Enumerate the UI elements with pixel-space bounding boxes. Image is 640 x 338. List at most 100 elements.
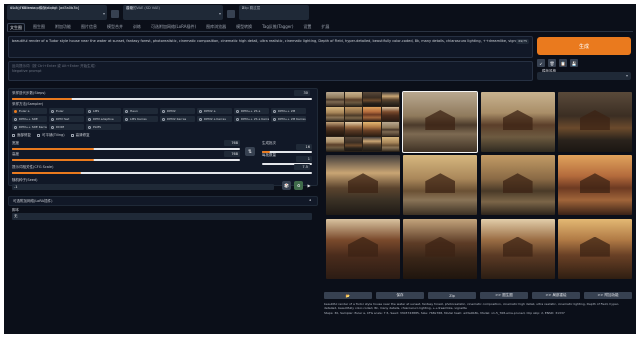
cfg-slider[interactable]	[12, 172, 312, 174]
radio-dot	[125, 109, 128, 113]
clip-skip-slider[interactable]: Clip 跳过层 2	[239, 5, 309, 20]
width-input[interactable]: 768	[224, 140, 240, 146]
restore-faces-checkbox[interactable]: 面部修复	[12, 133, 31, 138]
prompt-input[interactable]: beautiful render of a Tudor style house …	[8, 36, 533, 58]
chevron-down-icon: ▾	[102, 11, 105, 16]
house-silhouette	[579, 173, 610, 194]
hires-fix-checkbox[interactable]: 高清修复	[70, 133, 90, 138]
sampler-option[interactable]: DPM fast	[49, 116, 84, 122]
sampler-option[interactable]: DPM++ SDE Karras	[12, 124, 47, 130]
sampler-option-label: DDIM	[56, 125, 65, 129]
zip-button[interactable]: Zip	[428, 292, 476, 299]
negative-prompt-input[interactable]: 反向提示词（按 Ctrl+Enter 或 Alt+Enter 开始生成） Neg…	[8, 61, 533, 81]
sampler-option[interactable]: DDIM	[49, 124, 84, 130]
batch-size-input[interactable]: 1	[296, 156, 312, 162]
sampler-option-label: DPM2 Karras	[167, 117, 187, 121]
tab-lora[interactable]: 可选附加网络(LoRA插件)	[149, 23, 198, 31]
sampler-option[interactable]: LMS	[86, 108, 121, 114]
sampler-option[interactable]: DPM2	[160, 108, 195, 114]
gallery-thumbnail[interactable]	[480, 218, 555, 279]
clipboard-icon[interactable]: 📋	[559, 59, 567, 67]
prompt-tools: ↙ 🗑 📋 💾	[537, 59, 578, 67]
gallery-thumbnail[interactable]	[480, 155, 555, 216]
sampler-option[interactable]: DPM2 a Karras	[197, 116, 232, 122]
steps-input[interactable]: 30	[294, 90, 310, 96]
vae-label: 模型的VAE (SD VAE)	[126, 6, 160, 10]
gallery-thumbnail[interactable]	[326, 218, 400, 279]
swap-dimensions-button[interactable]: ⇅	[245, 147, 255, 156]
width-slider[interactable]	[12, 148, 240, 150]
house-silhouette	[425, 236, 456, 257]
gallery-thumbnail[interactable]	[557, 92, 632, 152]
info-prompt: beautiful render of a Tudor style house …	[324, 302, 619, 310]
gallery-thumbnail[interactable]	[557, 155, 632, 216]
send-to-inpaint-button[interactable]: >> 局部重绘	[532, 292, 580, 299]
vae-select[interactable]: 模型的VAE (SD VAE) 自动 ▾	[123, 5, 223, 20]
tab-png-info[interactable]: 图片信息	[79, 23, 99, 31]
tab-convert[interactable]: 模型转换	[234, 23, 254, 31]
sampler-option[interactable]: Euler	[49, 108, 84, 114]
sampler-option[interactable]: DPM2 a	[197, 108, 232, 114]
gallery-thumbnail[interactable]	[557, 218, 632, 279]
tab-extras[interactable]: 附加功能	[53, 23, 73, 31]
sampler-option-label: DPM++ SDE Karras	[19, 125, 47, 129]
tab-settings[interactable]: 设置	[301, 23, 313, 31]
seed-input[interactable]: -1	[12, 184, 274, 190]
dice-icon[interactable]: 🎲	[282, 181, 291, 190]
send-to-extras-button[interactable]: >> 附加功能	[584, 292, 632, 299]
tab-train[interactable]: 训练	[131, 23, 143, 31]
sampler-option[interactable]: DPM++ 2S a Karras	[234, 116, 269, 122]
gallery-thumbnail[interactable]	[326, 92, 400, 152]
script-select[interactable]: 无	[12, 213, 312, 220]
gallery-thumbnail[interactable]	[403, 155, 478, 216]
read-params-icon[interactable]: ↙	[537, 59, 545, 67]
model-label: Stable Diffusion 模型(ckpt)	[10, 6, 57, 10]
sampler-option[interactable]: DPM adaptive	[86, 116, 121, 122]
house-silhouette	[579, 110, 610, 130]
tab-merge[interactable]: 模型合并	[105, 23, 125, 31]
gallery-actions: 📂 保存 Zip >> 图生图 >> 局部重绘 >> 附加功能	[324, 292, 632, 299]
open-folder-icon[interactable]: 📂	[324, 292, 372, 299]
height-input[interactable]: 768	[224, 151, 240, 157]
sampler-option[interactable]: Euler a	[12, 108, 47, 114]
sampler-option[interactable]: DPM++ SDE	[12, 116, 47, 122]
sampler-option[interactable]: Heun	[123, 108, 158, 114]
style-select[interactable]: ▾	[537, 72, 631, 80]
gallery-thumbnail[interactable]	[326, 155, 400, 216]
send-to-img2img-button[interactable]: >> 图生图	[480, 292, 528, 299]
expand-seed-icon[interactable]: ▶	[306, 181, 312, 190]
save-button[interactable]: 保存	[376, 292, 424, 299]
sampler-option[interactable]: PLMS	[86, 124, 121, 130]
tab-img2img[interactable]: 图生图	[31, 23, 47, 31]
height-slider[interactable]	[12, 159, 240, 161]
house-silhouette	[348, 173, 378, 194]
refresh-button[interactable]	[227, 10, 235, 18]
grid-subimage	[381, 92, 399, 106]
tab-extensions[interactable]: 扩展	[319, 23, 331, 31]
tiling-checkbox[interactable]: 可平铺(Tiling)	[37, 133, 65, 138]
generate-button[interactable]: 生成	[537, 37, 631, 55]
sampler-option-label: DPM fast	[56, 117, 70, 121]
sampler-option[interactable]: DPM++ 2M Karras	[271, 116, 306, 122]
refresh-button[interactable]	[111, 10, 119, 18]
tab-gallery[interactable]: 图库浏览器	[204, 23, 228, 31]
save-style-icon[interactable]: 💾	[570, 59, 578, 67]
steps-slider[interactable]	[12, 98, 312, 100]
gallery-thumbnail[interactable]	[402, 91, 479, 153]
output-gallery	[324, 88, 632, 284]
tab-txt2img[interactable]: 文生图	[7, 23, 25, 31]
sampler-option-label: DPM adaptive	[93, 117, 114, 121]
tab-tagger[interactable]: Tag反推(Tagger)	[260, 23, 295, 31]
sampler-option[interactable]: DPM++ 2S a	[234, 108, 269, 114]
sampler-option[interactable]: DPM++ 2M	[271, 108, 306, 114]
batch-count-input[interactable]: 16	[296, 144, 312, 150]
recycle-icon[interactable]: ♻	[294, 181, 303, 190]
sampler-option[interactable]: LMS Karras	[123, 116, 158, 122]
gallery-thumbnail[interactable]	[480, 92, 555, 152]
trash-icon[interactable]: 🗑	[548, 59, 556, 67]
sampler-option[interactable]: DPM2 Karras	[160, 116, 195, 122]
gallery-thumbnail[interactable]	[403, 218, 478, 279]
model-select[interactable]: Stable Diffusion 模型(ckpt) v1-5_768-ema-p…	[7, 5, 107, 20]
cfg-input[interactable]: 7.5	[294, 164, 310, 170]
lora-accordion[interactable]: 可选附加网络(LoRA插件) ◂	[8, 196, 318, 206]
